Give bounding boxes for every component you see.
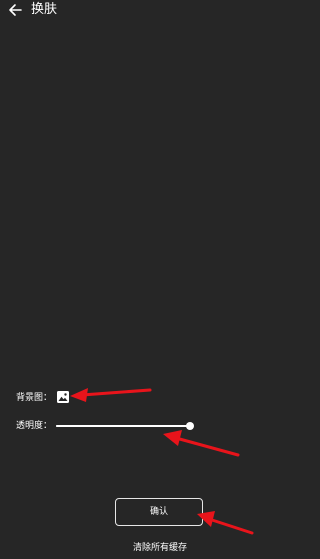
opacity-slider-fill bbox=[56, 425, 190, 427]
opacity-slider-thumb[interactable] bbox=[186, 422, 194, 430]
annotation-arrow-confirm bbox=[197, 511, 254, 535]
opacity-label: 透明度： bbox=[16, 421, 53, 431]
annotation-arrows bbox=[70, 388, 254, 535]
confirm-button[interactable]: 确认 bbox=[115, 498, 203, 526]
annotation-arrow-background bbox=[70, 388, 152, 402]
image-icon[interactable] bbox=[56, 390, 70, 404]
opacity-slider[interactable] bbox=[56, 418, 194, 434]
page-title: 换肤 bbox=[31, 2, 58, 17]
arrow-left-icon[interactable] bbox=[8, 3, 22, 17]
clear-cache-link[interactable]: 清除所有缓存 bbox=[0, 541, 320, 555]
background-image-label: 背景图： bbox=[16, 393, 53, 403]
app-header: 换肤 bbox=[0, 0, 320, 22]
